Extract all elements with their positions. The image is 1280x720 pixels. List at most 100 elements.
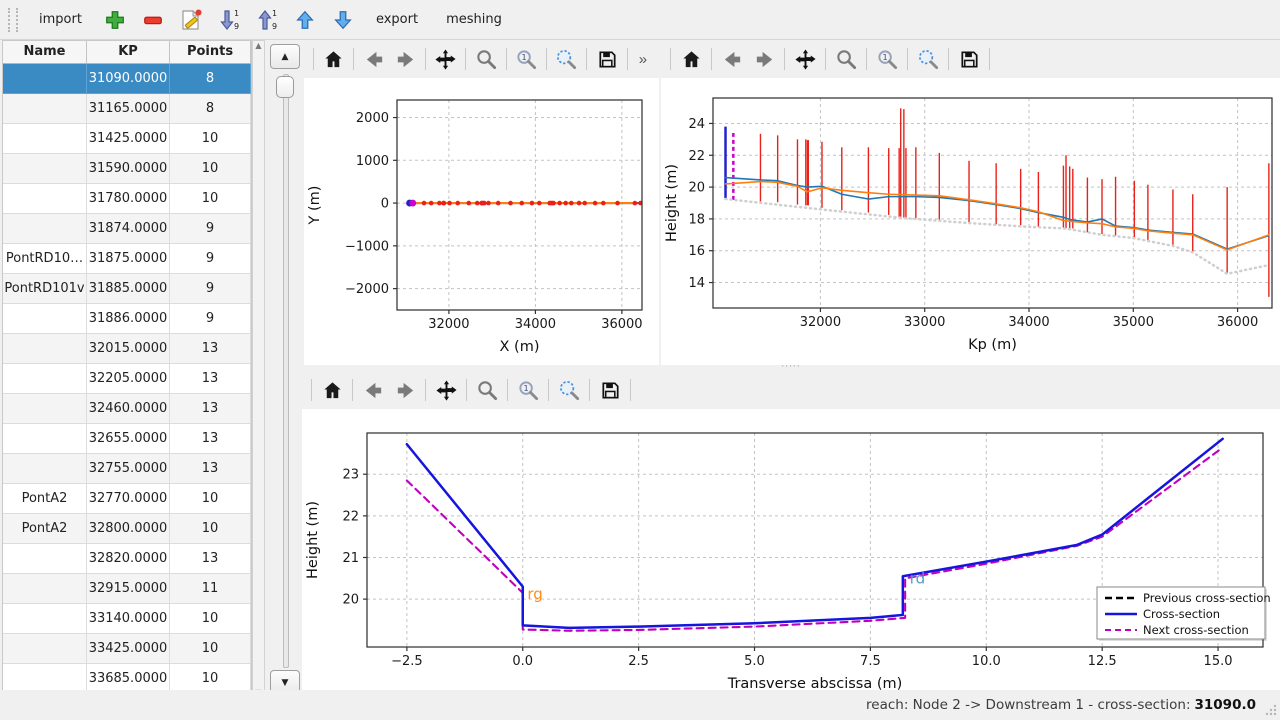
table-row[interactable]: 32015.000013: [3, 334, 251, 364]
zoom-to-point-icon: 1: [515, 48, 538, 71]
home-button[interactable]: [319, 44, 348, 74]
slider-up-button[interactable]: ▲: [270, 44, 300, 69]
zoom-to-point-button[interactable]: 1: [512, 44, 541, 74]
status-text: reach: Node 2 -> Downstream 1 - cross-se…: [866, 697, 1190, 713]
zoom-to-point-button[interactable]: 1: [513, 375, 543, 405]
edit-icon: [179, 8, 203, 32]
back-button[interactable]: [717, 44, 747, 74]
cell-name: [3, 394, 87, 424]
column-header-points[interactable]: Points: [170, 41, 251, 63]
table-row[interactable]: 31090.00008: [3, 64, 251, 94]
svg-text:1: 1: [521, 51, 526, 61]
cell-points: 8: [170, 64, 251, 94]
svg-text:22: 22: [688, 149, 705, 164]
cell-kp: 31875.0000: [87, 244, 170, 274]
zoom-button[interactable]: [471, 44, 500, 74]
table-row[interactable]: 32820.000013: [3, 544, 251, 574]
meshing-button[interactable]: meshing: [435, 7, 513, 32]
zoom-selection-button[interactable]: [554, 375, 584, 405]
zoom-button[interactable]: [472, 375, 502, 405]
forward-button[interactable]: [391, 44, 420, 74]
pan-button[interactable]: [431, 44, 460, 74]
zoom-button[interactable]: [831, 44, 861, 74]
table-row[interactable]: 32460.000013: [3, 394, 251, 424]
sort-descending-button[interactable]: 19: [213, 4, 245, 36]
pan-button[interactable]: [790, 44, 820, 74]
cell-name: [3, 334, 87, 364]
toolbar-drag-handle[interactable]: [8, 8, 18, 32]
save-button[interactable]: [954, 44, 984, 74]
export-button[interactable]: export: [365, 7, 429, 32]
cell-name: PontA2: [3, 514, 87, 544]
cell-points: 13: [170, 394, 251, 424]
table-row[interactable]: PontRD101v31885.00009: [3, 274, 251, 304]
cell-kp: 31780.0000: [87, 184, 170, 214]
cross-section-plot-canvas[interactable]: −2.50.02.55.07.510.012.515.020212223rgrd…: [302, 409, 1280, 692]
table-row[interactable]: 33425.000010: [3, 634, 251, 664]
table-row[interactable]: PontA232770.000010: [3, 484, 251, 514]
zoom-selection-button[interactable]: [913, 44, 943, 74]
svg-text:14: 14: [688, 276, 705, 291]
table-row[interactable]: 32915.000011: [3, 574, 251, 604]
profile-plot-canvas[interactable]: 3200033000340003500036000141618202224Kp …: [661, 78, 1280, 365]
cell-points: 9: [170, 304, 251, 334]
forward-button[interactable]: [390, 375, 420, 405]
back-button[interactable]: [358, 375, 388, 405]
scroll-up-icon[interactable]: ▲: [255, 41, 261, 50]
save-button[interactable]: [595, 375, 625, 405]
table-row[interactable]: 31425.000010: [3, 124, 251, 154]
table-row[interactable]: 31590.000010: [3, 154, 251, 184]
table-row[interactable]: 32655.000013: [3, 424, 251, 454]
table-row[interactable]: 32205.000013: [3, 364, 251, 394]
cell-points: 13: [170, 544, 251, 574]
table-row[interactable]: PontRD10…31875.00009: [3, 244, 251, 274]
svg-text:0.0: 0.0: [512, 654, 533, 669]
table-row[interactable]: PontA232800.000010: [3, 514, 251, 544]
move-down-button[interactable]: [327, 4, 359, 36]
table-row[interactable]: 31886.00009: [3, 304, 251, 334]
cell-name: [3, 544, 87, 574]
save-button[interactable]: [592, 44, 621, 74]
column-header-kp[interactable]: KP: [87, 41, 170, 63]
table-row[interactable]: 31780.000010: [3, 184, 251, 214]
home-button[interactable]: [317, 375, 347, 405]
cell-name: [3, 604, 87, 634]
table-row[interactable]: 33140.000010: [3, 604, 251, 634]
home-button[interactable]: [676, 44, 706, 74]
zoom-icon: [475, 48, 498, 71]
plan-plot-canvas[interactable]: 320003400036000−2000−1000010002000X (m)Y…: [304, 78, 659, 365]
cell-points: 13: [170, 364, 251, 394]
chevron-down-icon: ▼: [282, 678, 289, 688]
cell-kp: 32460.0000: [87, 394, 170, 424]
toolbar-overflow-button[interactable]: »: [633, 50, 653, 69]
zoom-selection-button[interactable]: [552, 44, 581, 74]
back-button[interactable]: [359, 44, 388, 74]
svg-text:9: 9: [272, 22, 277, 31]
slider-handle[interactable]: [276, 76, 294, 98]
add-cross-section-button[interactable]: [99, 4, 131, 36]
resize-grip[interactable]: [1265, 704, 1277, 716]
import-button[interactable]: import: [28, 7, 93, 32]
sort-ascending-button[interactable]: 19: [251, 4, 283, 36]
svg-text:1: 1: [272, 9, 277, 18]
pan-button[interactable]: [431, 375, 461, 405]
edit-cross-section-button[interactable]: [175, 4, 207, 36]
cell-kp: 33425.0000: [87, 634, 170, 664]
remove-cross-section-button[interactable]: [137, 4, 169, 36]
cell-kp: 33140.0000: [87, 604, 170, 634]
move-up-button[interactable]: [289, 4, 321, 36]
table-row[interactable]: 31874.00009: [3, 214, 251, 244]
table-scrollbar[interactable]: ▲ ▼: [252, 40, 265, 698]
cell-points: 9: [170, 244, 251, 274]
table-row[interactable]: 32755.000013: [3, 454, 251, 484]
zoom-to-point-button[interactable]: 1: [872, 44, 902, 74]
home-icon: [680, 48, 703, 71]
slider-track[interactable]: [283, 74, 289, 668]
zoom-icon: [835, 48, 858, 71]
column-header-name[interactable]: Name: [3, 41, 87, 63]
forward-button[interactable]: [749, 44, 779, 74]
cell-points: 10: [170, 184, 251, 214]
svg-text:33000: 33000: [904, 315, 945, 330]
svg-text:1000: 1000: [356, 154, 389, 169]
table-row[interactable]: 31165.00008: [3, 94, 251, 124]
